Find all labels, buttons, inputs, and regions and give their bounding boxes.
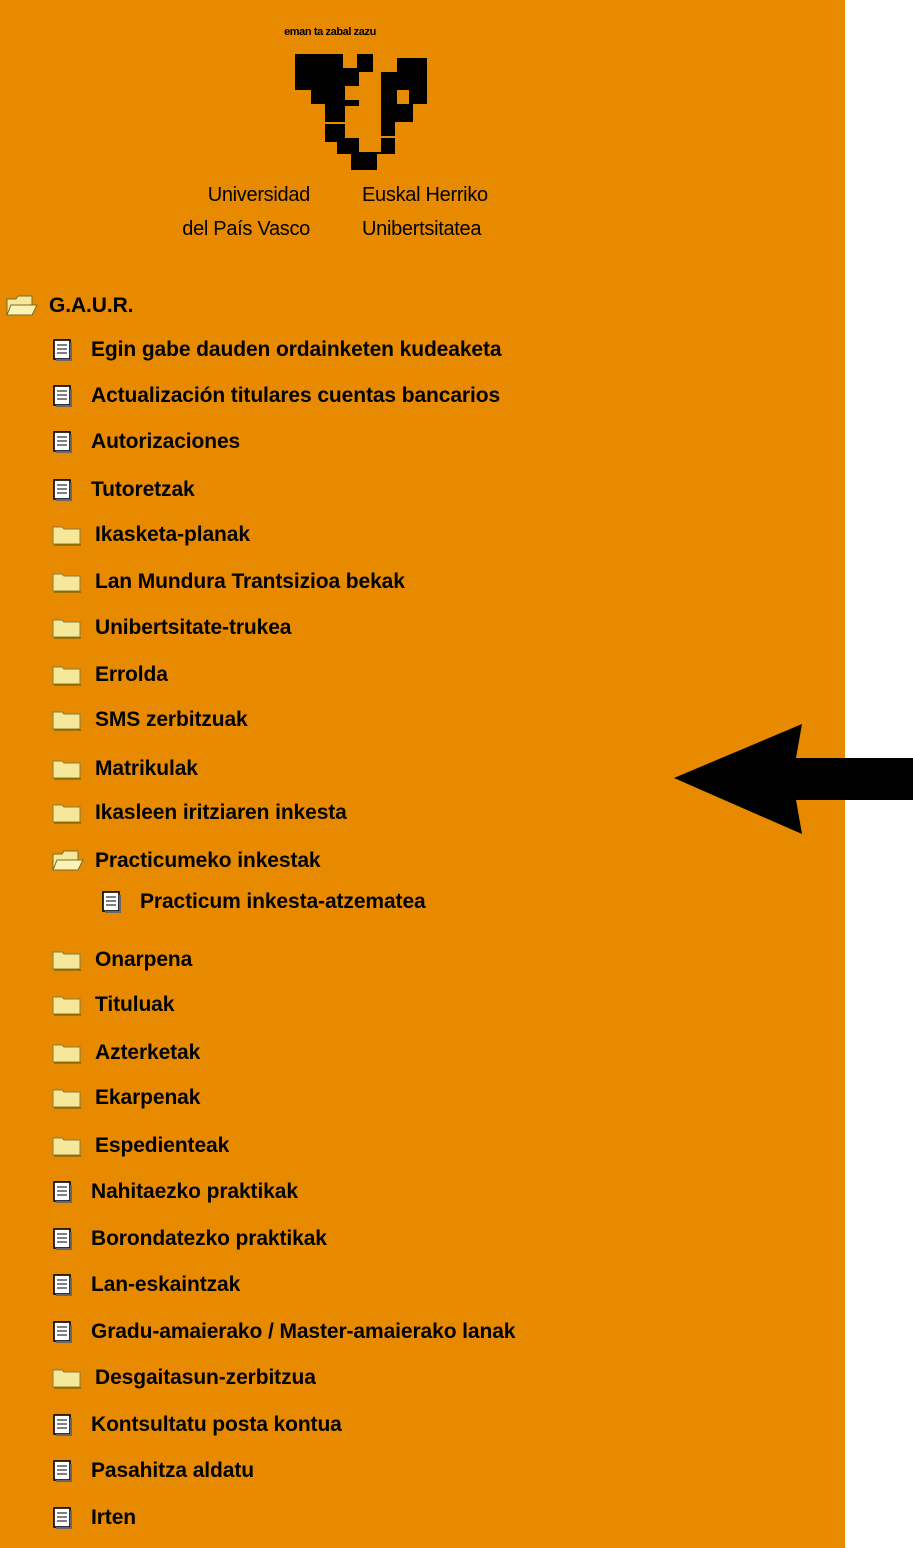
folder-icon xyxy=(52,802,82,824)
left-arrow-icon xyxy=(674,724,913,834)
menu-item-espedienteak[interactable]: Espedienteak xyxy=(52,1126,229,1166)
menu-item-irten[interactable]: Irten xyxy=(52,1498,136,1538)
menu-item-label: Tituluak xyxy=(95,993,175,1016)
menu-item-label: Onarpena xyxy=(95,948,193,971)
menu-item-label: Egin gabe dauden ordainketen kudeaketa xyxy=(91,338,502,361)
menu-item-tituluak[interactable]: Tituluak xyxy=(52,985,174,1025)
menu-item-pasahitza-aldatu[interactable]: Pasahitza aldatu xyxy=(52,1451,254,1491)
menu-item-label: Borondatezko praktikak xyxy=(91,1227,327,1250)
university-logo: eman ta zabal zazu Universidad del País … xyxy=(120,20,540,250)
menu-item-label: Ekarpenak xyxy=(95,1086,201,1109)
logo-motto: eman ta zabal zazu xyxy=(284,26,376,38)
folder-icon xyxy=(52,1135,82,1157)
page-icon xyxy=(52,1321,74,1343)
page-icon xyxy=(52,385,74,407)
menu-item-label: Actualización titulares cuentas bancario… xyxy=(91,384,501,407)
folder-icon xyxy=(52,664,82,686)
menu-item-label: Unibertsitate-trukea xyxy=(95,616,292,639)
folder-icon xyxy=(52,949,82,971)
menu-item-kontsultatu-posta[interactable]: Kontsultatu posta kontua xyxy=(52,1405,342,1445)
menu-item-lan-eskaintzak[interactable]: Lan-eskaintzak xyxy=(52,1265,240,1305)
menu-item-label: SMS zerbitzuak xyxy=(95,708,248,731)
menu-item-matrikulak[interactable]: Matrikulak xyxy=(52,749,198,789)
menu-item-azterketak[interactable]: Azterketak xyxy=(52,1033,200,1073)
menu-item-label: Practicum inkesta-atzematea xyxy=(140,890,426,913)
menu-item-desgaitasun-zerbitzua[interactable]: Desgaitasun-zerbitzua xyxy=(52,1358,316,1398)
menu-item-label: Lan-eskaintzak xyxy=(91,1273,241,1296)
university-name-es: Universidad del País Vasco xyxy=(182,184,310,240)
folder-icon xyxy=(52,1042,82,1064)
menu-item-label: Gradu-amaierako / Master-amaierako lanak xyxy=(91,1320,516,1343)
menu-item-ekarpenak[interactable]: Ekarpenak xyxy=(52,1078,200,1118)
page-icon xyxy=(52,1414,74,1436)
menu-item-onarpena[interactable]: Onarpena xyxy=(52,940,192,980)
folder-icon xyxy=(52,758,82,780)
menu-item-practicumeko-inkestak[interactable]: Practicumeko inkestak xyxy=(52,841,321,881)
folder-icon xyxy=(52,571,82,593)
menu-item-label: Ikasleen iritziaren inkesta xyxy=(95,801,347,824)
menu-item-label: Desgaitasun-zerbitzua xyxy=(95,1366,316,1389)
menu-item-label: Irten xyxy=(91,1506,137,1529)
menu-item-sms-zerbitzuak[interactable]: SMS zerbitzuak xyxy=(52,700,248,740)
menu-item-label: Kontsultatu posta kontua xyxy=(91,1413,342,1436)
page-icon xyxy=(52,479,74,501)
page-icon xyxy=(52,1460,74,1482)
menu-item-nahitaezko-praktikak[interactable]: Nahitaezko praktikak xyxy=(52,1172,298,1212)
page-icon xyxy=(52,339,74,361)
menu-item-label: Matrikulak xyxy=(95,757,198,780)
menu-item-label: Nahitaezko praktikak xyxy=(91,1180,298,1203)
menu-item-label: Autorizaciones xyxy=(91,430,241,453)
page-icon xyxy=(52,1181,74,1203)
menu-item-label: Errolda xyxy=(95,663,168,686)
page-icon xyxy=(52,1228,74,1250)
menu-item-label: Practicumeko inkestak xyxy=(95,849,321,872)
page-icon xyxy=(52,431,74,453)
menu-root-gaur[interactable]: G.A.U.R. xyxy=(6,286,133,326)
page-icon xyxy=(52,1507,74,1529)
folder-icon xyxy=(52,1087,82,1109)
menu-item-label: Lan Mundura Trantsizioa bekak xyxy=(95,570,405,593)
menu-item-label: Azterketak xyxy=(95,1041,201,1064)
menu-item-gradu-master-amaierako-lanak[interactable]: Gradu-amaierako / Master-amaierako lanak xyxy=(52,1312,515,1352)
university-emblem-icon xyxy=(295,54,427,170)
menu-item-unibertsitate-trukea[interactable]: Unibertsitate-trukea xyxy=(52,608,291,648)
menu-item-label: Espedienteak xyxy=(95,1134,230,1157)
folder-open-icon xyxy=(52,848,84,874)
menu-item-ikasketa-planak[interactable]: Ikasketa-planak xyxy=(52,515,250,555)
menu-item-ordainketen-kudeaketa[interactable]: Egin gabe dauden ordainketen kudeaketa xyxy=(52,330,502,370)
university-name-eu: Euskal Herriko Unibertsitatea xyxy=(362,184,488,240)
menu-item-label: G.A.U.R. xyxy=(49,294,134,317)
menu-item-label: Pasahitza aldatu xyxy=(91,1459,254,1482)
menu-item-ikasleen-inkesta[interactable]: Ikasleen iritziaren inkesta xyxy=(52,793,347,833)
menu-item-lan-mundura-bekak[interactable]: Lan Mundura Trantsizioa bekak xyxy=(52,562,405,602)
menu-item-label: Tutoretzak xyxy=(91,478,195,501)
menu-item-borondatezko-praktikak[interactable]: Borondatezko praktikak xyxy=(52,1219,327,1259)
menu-item-autorizaciones[interactable]: Autorizaciones xyxy=(52,422,240,462)
menu-item-practicum-inkesta-atzematea[interactable]: Practicum inkesta-atzematea xyxy=(101,882,426,922)
menu-item-label: Ikasketa-planak xyxy=(95,523,250,546)
page-icon xyxy=(101,891,123,913)
menu-item-errolda[interactable]: Errolda xyxy=(52,655,168,695)
folder-icon xyxy=(52,994,82,1016)
folder-open-icon xyxy=(6,293,38,319)
folder-icon xyxy=(52,524,82,546)
folder-icon xyxy=(52,709,82,731)
page-icon xyxy=(52,1274,74,1296)
folder-icon xyxy=(52,1367,82,1389)
menu-item-tutoretzak[interactable]: Tutoretzak xyxy=(52,470,195,510)
folder-icon xyxy=(52,617,82,639)
menu-item-titulares-cuentas[interactable]: Actualización titulares cuentas bancario… xyxy=(52,376,500,416)
